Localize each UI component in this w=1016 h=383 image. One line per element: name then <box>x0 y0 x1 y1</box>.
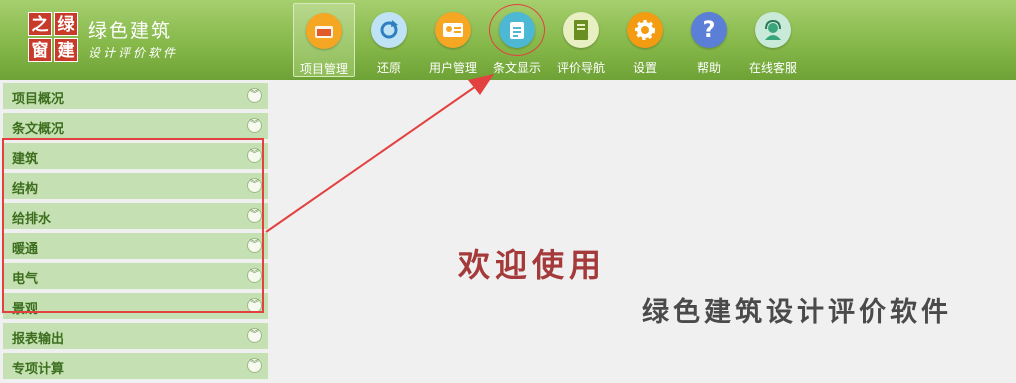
welcome-title: 欢迎使用 <box>458 246 607 284</box>
welcome-app-name: 绿色建筑设计评价软件 <box>642 297 952 328</box>
